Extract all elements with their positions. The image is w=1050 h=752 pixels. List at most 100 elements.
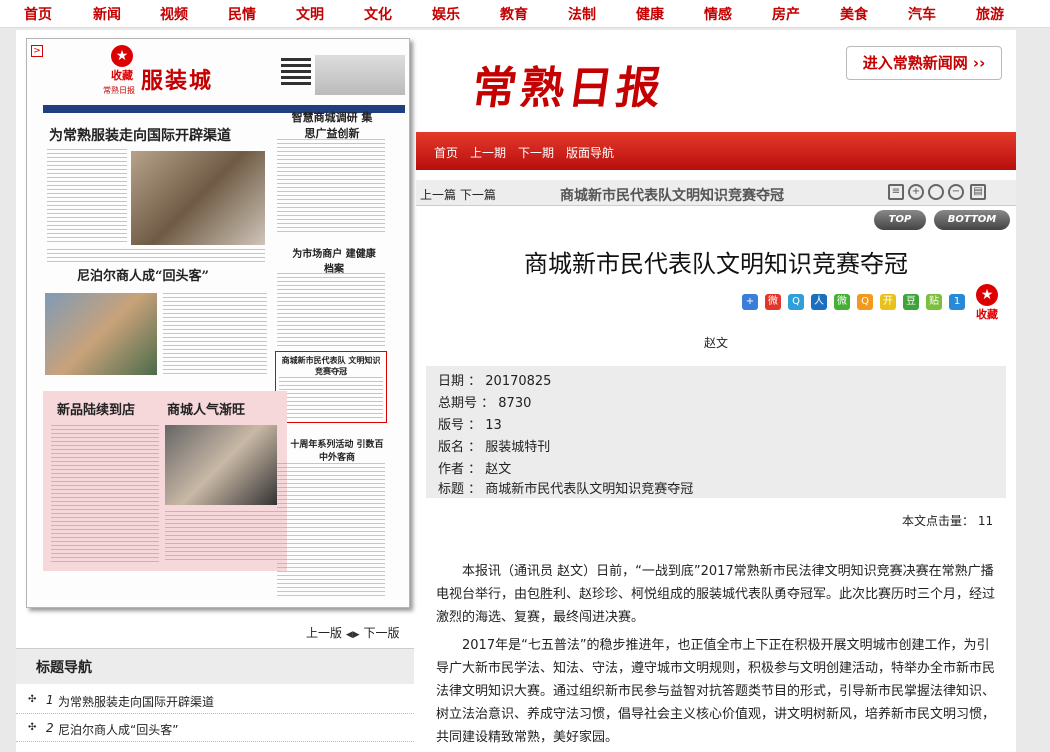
share-wechat-icon[interactable]: 微 [834, 294, 850, 310]
paper-header: ★ 收藏 服装城 常熟日报 [33, 45, 405, 113]
topnav-item-travel[interactable]: 旅游 [976, 4, 1004, 24]
star-icon: ★ [976, 284, 998, 306]
article-author: 赵文 [703, 336, 728, 350]
topnav-item-education[interactable]: 教育 [500, 4, 528, 24]
qr-code-icon [281, 55, 311, 85]
arrow-left-icon[interactable]: ◀ [346, 630, 353, 640]
share-tieba-icon[interactable]: 贴 [926, 294, 942, 310]
headline-nav-item[interactable]: ✣ 2 尼泊尔商人成“回头客” [16, 716, 414, 742]
top-nav: 首页 新闻 视频 民情 文明 文化 娱乐 教育 法制 健康 情感 房产 美食 汽… [0, 0, 1050, 28]
headline-nav-item[interactable]: ✣ 1 为常熟服装走向国际开辟渠道 [16, 688, 414, 714]
prev-article-link[interactable]: 上一篇 [420, 188, 456, 202]
paper-text [279, 377, 383, 419]
paper-text [47, 249, 265, 265]
paper-section-title: 服装城 [141, 68, 214, 94]
paper-text [51, 425, 159, 563]
edition-nav-layout[interactable]: 版面导航 [566, 144, 614, 161]
meta-row-issue: 总期号 ： 8730 [438, 396, 532, 411]
search-zoom-in-icon[interactable]: + [908, 184, 924, 200]
edition-nav-bar: 首页 上一期 下一期 版面导航 [416, 132, 1016, 170]
topnav-item-law[interactable]: 法制 [568, 4, 596, 24]
article-favorite-label: 收藏 [976, 308, 998, 321]
paper-text [277, 139, 385, 235]
next-article-link[interactable]: 下一篇 [460, 188, 496, 202]
share-more-icon[interactable]: 1 [949, 294, 965, 310]
paper-photo-2 [45, 293, 157, 375]
paper-headline-5[interactable]: 智慧商城调研 集思广益创新 [287, 109, 377, 141]
paper-favorite[interactable]: ★ 收藏 [107, 45, 137, 89]
paper-text [47, 149, 127, 243]
print-icon[interactable]: ▤ [970, 184, 986, 200]
topnav-item-health[interactable]: 健康 [636, 4, 664, 24]
share-plus-icon[interactable]: + [742, 294, 758, 310]
article-hit-count: 本文点击量： 11 [902, 514, 994, 528]
star-icon: ★ [111, 45, 133, 67]
topnav-item-public[interactable]: 民情 [228, 4, 256, 24]
meta-row-page-num: 版号 ： 13 [438, 418, 502, 433]
article-paragraph-1: 本报讯（通讯员 赵文）日前，“一战到底”2017常熟新市民法律文明知识竞赛决赛在… [436, 564, 996, 625]
topnav-item-news[interactable]: 新闻 [93, 4, 121, 24]
paper-headline-2[interactable]: 尼泊尔商人成“回头客” [77, 265, 209, 284]
topnav-item-food[interactable]: 美食 [840, 4, 868, 24]
article-toolbar: 上一篇 下一篇 商城新市民代表队文明知识竞赛夺冠 ≡ + − ▤ [416, 180, 1016, 206]
share-qzone-icon[interactable]: Q [788, 294, 804, 310]
topnav-item-culture[interactable]: 文化 [364, 4, 392, 24]
prev-page-link[interactable]: 上一版 [306, 626, 342, 640]
article-favorite[interactable]: ★ 收藏 [974, 284, 1000, 322]
meta-row-author: 作者 ： 赵文 [438, 462, 512, 477]
paper-masthead-small: 常熟日报 [103, 86, 135, 95]
paper-text [277, 463, 385, 597]
enter-news-site-button[interactable]: 进入常熟新闻网 ›› [846, 46, 1002, 80]
note-icon[interactable]: ≡ [888, 184, 904, 200]
topnav-item-civility[interactable]: 文明 [296, 4, 324, 24]
page-pager: 上一版 ◀▶ 下一版 [306, 624, 400, 641]
paper-photo-3 [165, 425, 277, 505]
paper-text [277, 273, 385, 347]
share-weibo-icon[interactable]: 微 [765, 294, 781, 310]
topnav-item-emotion[interactable]: 情感 [704, 4, 732, 24]
zoom-in-icon[interactable] [928, 184, 944, 200]
edition-nav-next-issue[interactable]: 下一期 [518, 144, 554, 161]
topnav-item-auto[interactable]: 汽车 [908, 4, 936, 24]
article-bar-title: 商城新市民代表队文明知识竞赛夺冠 [560, 188, 784, 204]
headline-nav-title: 标题导航 [36, 660, 92, 676]
topnav-item-video[interactable]: 视频 [160, 4, 188, 24]
newspaper-page[interactable]: > ★ 收藏 服装城 常熟日报 为常熟服装走向国际开辟渠道 尼泊尔商人成“回头客… [26, 38, 410, 608]
paper-headline-6[interactable]: 为市场商户 建健康档案 [289, 245, 379, 275]
paper-favorite-label: 收藏 [111, 69, 133, 82]
diamond-icon: ✣ [28, 694, 37, 705]
site-masthead-logo[interactable]: 常熟日报 [469, 52, 670, 116]
headline-nav-num: 2 [46, 721, 54, 735]
meta-row-title: 标题 ： 商城新市民代表队文明知识竞赛夺冠 [438, 482, 694, 497]
meta-row-page-name: 版名 ： 服装城特刊 [438, 440, 551, 455]
share-qq-icon[interactable]: Q [857, 294, 873, 310]
zoom-out-icon[interactable]: − [948, 184, 964, 200]
next-page-link[interactable]: 下一版 [364, 626, 400, 640]
edition-nav-prev-issue[interactable]: 上一期 [470, 144, 506, 161]
topnav-item-home[interactable]: 首页 [24, 4, 52, 24]
headline-nav-header: 标题导航 [16, 648, 414, 684]
headline-nav-link[interactable]: 为常熟服装走向国际开辟渠道 [58, 693, 214, 710]
share-renren-icon[interactable]: 人 [811, 294, 827, 310]
share-kaixin-icon[interactable]: 开 [880, 294, 896, 310]
scroll-bottom-button[interactable]: BOTTOM [934, 210, 1010, 230]
diamond-icon: ✣ [28, 722, 37, 733]
paper-text [163, 293, 267, 375]
headline-nav-link[interactable]: 尼泊尔商人成“回头客” [58, 721, 178, 738]
paper-ad-box [315, 55, 405, 95]
arrow-right-icon[interactable]: ▶ [353, 630, 360, 640]
headline-nav-num: 1 [46, 693, 54, 707]
meta-row-date: 日期 ： 20170825 [438, 374, 552, 389]
share-douban-icon[interactable]: 豆 [903, 294, 919, 310]
topnav-item-house[interactable]: 房产 [772, 4, 800, 24]
article-pager: 上一篇 下一篇 [420, 186, 496, 203]
paper-headline-7[interactable]: 商城新市民代表队 文明知识竞赛夺冠 [279, 355, 383, 377]
edition-nav-home[interactable]: 首页 [434, 144, 458, 161]
paper-headline-3[interactable]: 新品陆续到店 [57, 399, 135, 418]
paper-headline-1[interactable]: 为常熟服装走向国际开辟渠道 [49, 125, 231, 145]
paper-headline-4[interactable]: 商城人气渐旺 [167, 399, 245, 418]
scroll-top-button[interactable]: TOP [874, 210, 926, 230]
paper-headline-8[interactable]: 十周年系列活动 引数百中外客商 [289, 437, 385, 463]
article-title: 商城新市民代表队文明知识竞赛夺冠 [524, 250, 908, 278]
topnav-item-entertainment[interactable]: 娱乐 [432, 4, 460, 24]
